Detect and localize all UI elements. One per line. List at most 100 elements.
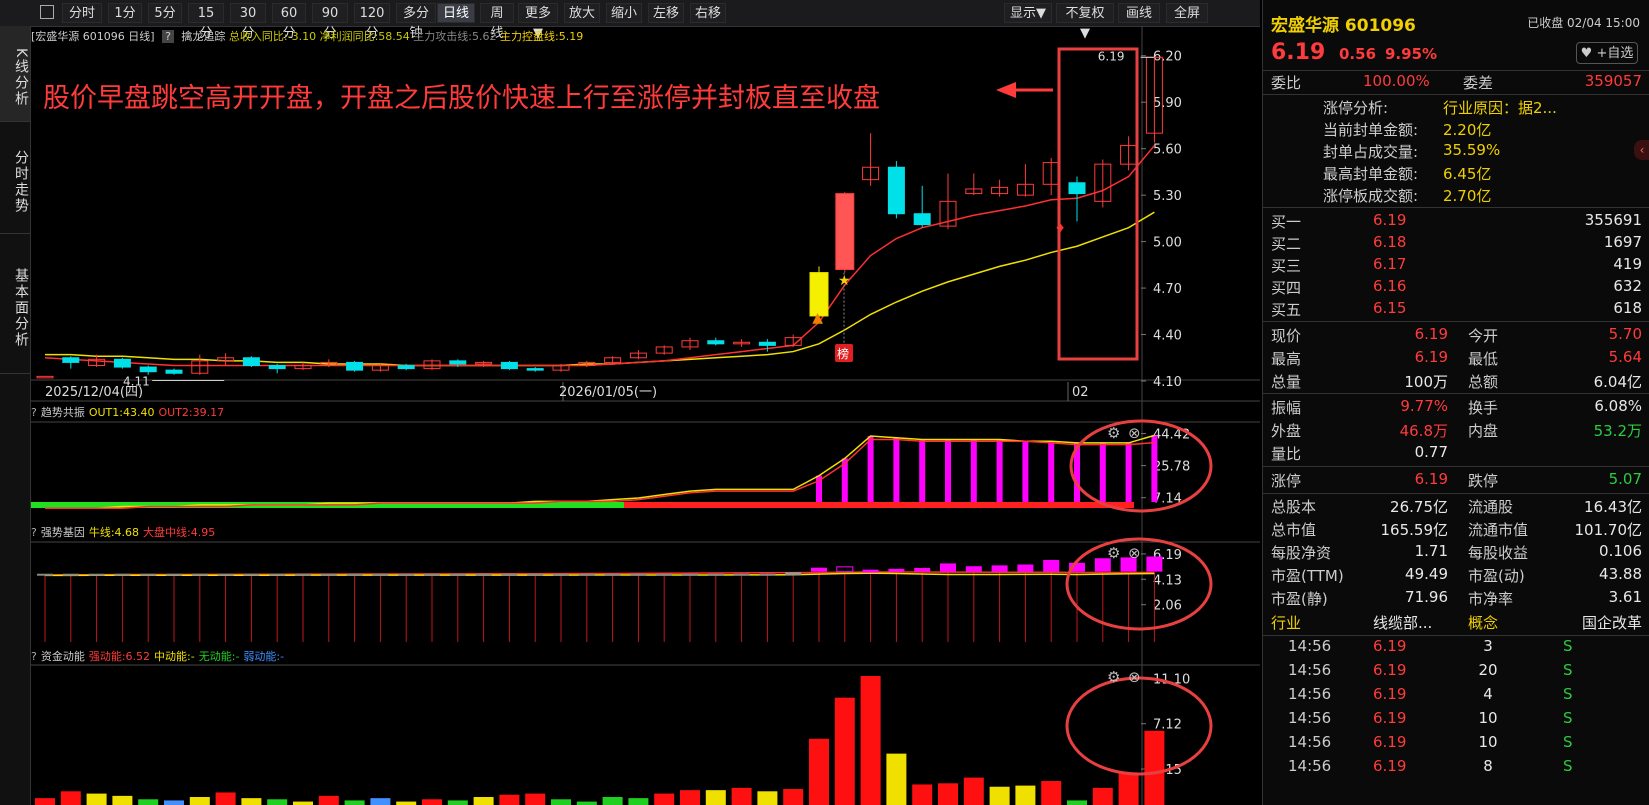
panel2-header: ? 趋势共振 OUT1:43.40 OUT2:39.17 xyxy=(31,404,228,422)
separator xyxy=(1263,466,1649,467)
toolbar-button[interactable]: 5分 xyxy=(148,3,182,23)
tab-kline[interactable]: K线分析 xyxy=(0,26,30,122)
stat-value: 101.70亿 xyxy=(1574,521,1643,539)
toolbar-button[interactable]: 日线 xyxy=(437,3,475,23)
toolbar-right-button[interactable]: 不复权▼ xyxy=(1056,3,1114,41)
tab-intraday[interactable]: 分时走势 xyxy=(0,122,30,234)
momentum-bar xyxy=(1144,730,1165,805)
gene-block xyxy=(424,573,440,576)
momentum-bar xyxy=(293,801,313,805)
concept-value[interactable]: 国企改革 xyxy=(1582,612,1642,633)
stat-value: 5.70 xyxy=(1608,325,1642,343)
toolbar-button[interactable]: 30分 xyxy=(230,3,266,41)
tick-price: 6.19 xyxy=(1373,637,1407,655)
stat-label: 总市值 xyxy=(1271,521,1317,539)
candle-body xyxy=(449,360,467,365)
gene-block xyxy=(682,573,698,576)
separator xyxy=(1263,94,1649,95)
trend-yellow-line xyxy=(45,434,1155,510)
gene-block xyxy=(1146,556,1163,572)
y-tick-label: 5.30 xyxy=(1153,189,1182,204)
stat-label: 总量 xyxy=(1271,373,1302,391)
toolbar-button[interactable]: 放大 xyxy=(564,3,600,23)
stat-label: 总额 xyxy=(1468,373,1499,391)
candle-body xyxy=(139,366,157,373)
toolbar-button[interactable]: 右移 xyxy=(690,3,726,23)
momentum-bar xyxy=(989,786,1010,805)
stat-label: 每股净资 xyxy=(1271,544,1332,562)
toolbar-right-button[interactable]: 显示▼ xyxy=(1004,3,1052,23)
toolbar-button[interactable]: 120分 xyxy=(354,3,390,41)
tick-price: 6.19 xyxy=(1373,757,1407,775)
tick-time: 14:56 xyxy=(1288,637,1332,655)
bid-label: 买一 xyxy=(1271,213,1302,231)
zt-value: 6.45亿 xyxy=(1443,165,1492,183)
industry-value[interactable]: 线缆部... xyxy=(1373,612,1432,633)
zt-value: 2.70亿 xyxy=(1443,187,1492,205)
momentum-bar xyxy=(499,794,520,805)
trend-bar xyxy=(1022,441,1029,502)
gene-block xyxy=(707,573,724,576)
add-watchlist-button[interactable]: ♥ +自选 xyxy=(1576,42,1638,64)
bid-price: 6.18 xyxy=(1373,233,1407,251)
zt-value: 行业原因：据2... xyxy=(1443,99,1557,117)
panel-title: 强势基因 xyxy=(40,526,85,539)
momentum-bar xyxy=(112,795,133,805)
momentum-bar xyxy=(860,675,881,805)
left-tabs: K线分析 分时走势 基本面分析 xyxy=(0,26,31,805)
bid-label: 买三 xyxy=(1271,257,1302,275)
stat-value: 16.43亿 xyxy=(1584,498,1642,516)
momentum-bar xyxy=(189,797,210,805)
stat-label: 市盈(动) xyxy=(1468,567,1525,585)
weicha-value: 359057 xyxy=(1584,72,1642,90)
gene-block xyxy=(114,573,131,576)
menu-icon[interactable] xyxy=(40,5,54,19)
help-icon: ? xyxy=(31,526,37,539)
toolbar-button[interactable]: 缩小 xyxy=(606,3,642,23)
separator xyxy=(1263,635,1649,636)
candle-body xyxy=(526,368,544,371)
stat-value: 6.19 xyxy=(1414,470,1448,488)
toolbar-button[interactable]: 1分 xyxy=(108,3,142,23)
collapse-arrow-icon[interactable]: ‹ xyxy=(1634,140,1649,160)
tick-price: 6.19 xyxy=(1373,709,1407,727)
momentum-bar xyxy=(576,801,597,805)
zt-label: 涨停板成交额: xyxy=(1323,187,1419,205)
momentum-bar xyxy=(267,799,288,805)
toolbar-button[interactable]: 左移 xyxy=(648,3,684,23)
price-change: 0.56 xyxy=(1339,45,1377,63)
chart-area[interactable]: [宏盛华源 601096 日线] ? 擒龙追踪 总收入同比:-3.10 净利润同… xyxy=(31,26,1260,805)
gene-block xyxy=(1043,559,1060,572)
stat-value: 53.2万 xyxy=(1593,422,1642,440)
tick-time: 14:56 xyxy=(1288,685,1332,703)
stat-label: 振幅 xyxy=(1271,399,1302,417)
toolbar-right-button[interactable]: 画线 xyxy=(1118,3,1160,23)
toolbar-button[interactable]: 90分 xyxy=(312,3,348,41)
stat-value: 6.08% xyxy=(1594,397,1642,415)
stat-label: 跌停 xyxy=(1468,472,1499,490)
stat-label: 量比 xyxy=(1271,445,1302,463)
momentum-bar xyxy=(886,753,907,805)
tick-side: S xyxy=(1563,637,1573,655)
toolbar-button[interactable]: 分时 xyxy=(62,3,102,23)
momentum-bar xyxy=(757,791,778,805)
toolbar-button[interactable]: 15分 xyxy=(188,3,224,41)
momentum-bar xyxy=(705,790,726,805)
price-change-pct: 9.95% xyxy=(1385,45,1438,63)
toolbar-right-button[interactable]: 全屏 xyxy=(1166,3,1208,23)
tick-price: 6.19 xyxy=(1373,685,1407,703)
weibi-value: 100.00% xyxy=(1363,72,1430,90)
tab-fundamental[interactable]: 基本面分析 xyxy=(0,234,30,374)
toolbar-button[interactable]: 更多▼ xyxy=(518,3,558,41)
toolbar-button[interactable]: 多分钟 xyxy=(396,3,436,41)
industry-label: 行业 xyxy=(1271,614,1302,632)
toolbar-button[interactable]: 60分 xyxy=(272,3,306,41)
tick-side: S xyxy=(1563,733,1573,751)
bang-label: 榜 xyxy=(837,346,849,361)
toolbar-button[interactable]: 周线 xyxy=(480,3,514,41)
momentum-bar xyxy=(164,800,184,805)
weak-value: 弱动能:- xyxy=(243,650,285,663)
min-price-label: 4.11 xyxy=(123,374,150,388)
stat-label: 市盈(静) xyxy=(1271,590,1328,608)
tick-side: S xyxy=(1563,709,1573,727)
